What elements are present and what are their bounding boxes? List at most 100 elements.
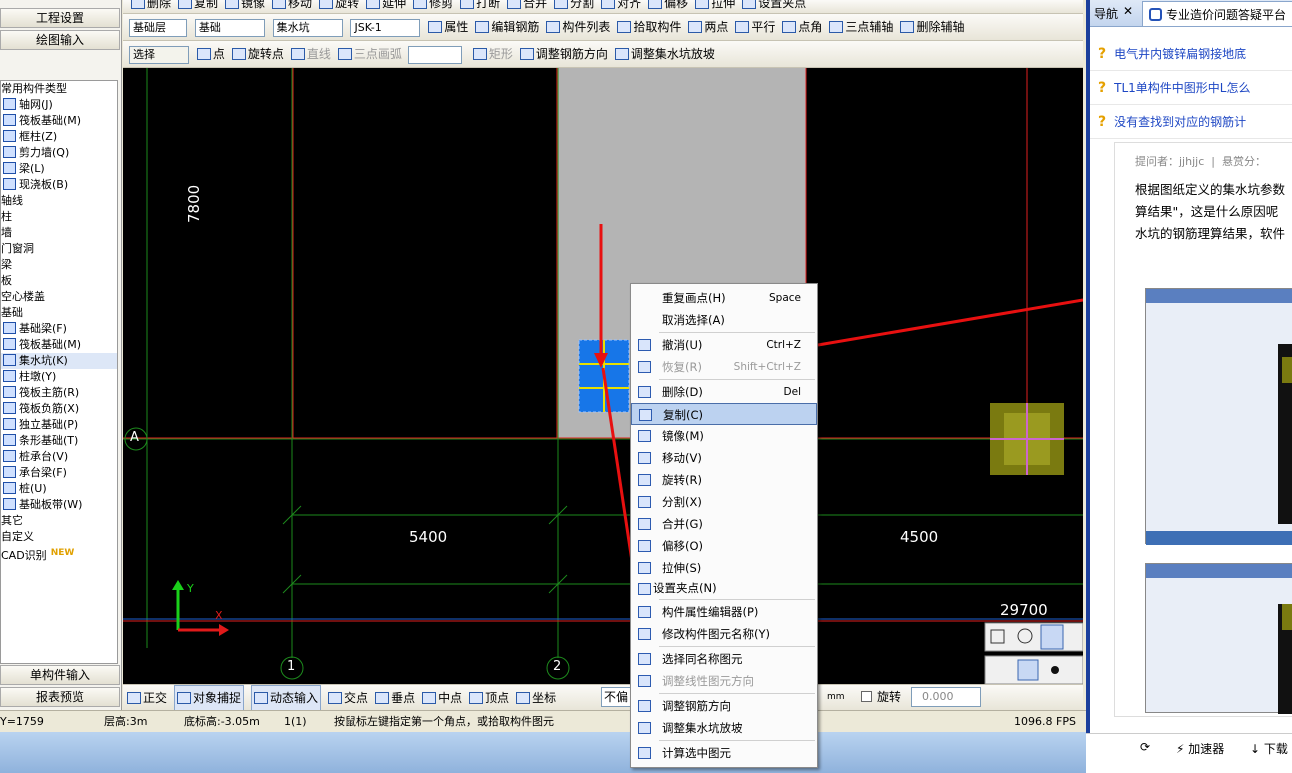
tree-item[interactable]: 柱墩(Y) <box>1 369 117 385</box>
tree-item[interactable]: 基础板带(W) <box>1 497 117 513</box>
tree-item[interactable]: 筏板主筋(R) <box>1 385 117 401</box>
tree-item[interactable]: 轴网(J) <box>1 97 117 113</box>
tree-item[interactable]: 梁 <box>1 257 117 273</box>
context-menu-item[interactable]: 复制(C) <box>631 403 817 425</box>
context-menu-item[interactable]: 删除(D) Del <box>631 381 817 403</box>
question-link[interactable]: ? TL1单构件中图形中L怎么 <box>1090 71 1292 105</box>
context-menu-item[interactable]: 构件属性编辑器(P) <box>631 601 817 623</box>
toolbar-edit-button[interactable]: 复制 <box>178 0 218 11</box>
context-menu-item[interactable]: 重复画点(H) Space <box>631 287 817 309</box>
snap-toggle[interactable]: 正交 <box>127 686 167 710</box>
tree-item[interactable]: 基础梁(F) <box>1 321 117 337</box>
draw-tool-button[interactable]: 直线 <box>290 41 331 67</box>
toolbar-component-button[interactable]: 点角 <box>782 14 822 40</box>
close-icon[interactable]: ✕ <box>1123 4 1133 18</box>
tree-item[interactable]: 桩承台(V) <box>1 449 117 465</box>
toolbar-component-button[interactable]: 三点辅轴 <box>829 14 893 40</box>
tree-item[interactable]: 筏板负筋(X) <box>1 401 117 417</box>
question-link[interactable]: ? 电气井内镀锌扁钢接地底 <box>1090 37 1292 71</box>
context-menu-item[interactable]: 选择同名称图元 <box>631 648 817 670</box>
tree-item[interactable]: 柱 <box>1 209 117 225</box>
toolbar-edit-button[interactable]: 打断 <box>460 0 500 11</box>
tree-item[interactable]: 墙 <box>1 225 117 241</box>
tree-item[interactable]: 承台梁(F) <box>1 465 117 481</box>
tab-single-component-input[interactable]: 单构件输入 <box>0 665 120 685</box>
toolbar-edit-button[interactable]: 删除 <box>131 0 171 11</box>
tree-item[interactable]: 框柱(Z) <box>1 129 117 145</box>
toolbar-component-button[interactable]: 构件列表 <box>546 14 610 40</box>
context-menu-item[interactable]: 调整集水坑放坡 <box>631 717 817 739</box>
tree-item[interactable]: 集水坑(K) <box>1 353 117 369</box>
draw-tool-button[interactable]: 调整集水坑放坡 <box>614 41 715 67</box>
context-menu-item[interactable]: 调整线性图元方向 <box>631 670 817 692</box>
rotate-checkbox[interactable] <box>861 691 872 702</box>
draw-tool-button[interactable]: 调整钢筋方向 <box>519 41 608 67</box>
offset-mode-select[interactable]: 不偏 <box>601 687 631 707</box>
drawing-canvas[interactable]: 7800 5400 4500 29700 A 1 2 Y X <box>123 68 1083 684</box>
tree-item[interactable]: 筏板基础(M) <box>1 337 117 353</box>
select-tool[interactable]: 选择 <box>129 45 189 64</box>
tab-qa-platform[interactable]: 专业造价问题答疑平台 <box>1142 1 1292 27</box>
snap-toggle[interactable]: 坐标 <box>516 686 556 710</box>
screenshot-thumbnail-2[interactable] <box>1145 563 1292 714</box>
context-menu-item[interactable]: 撤消(U) Ctrl+Z <box>631 334 817 356</box>
toolbar-edit-button[interactable]: 设置夹点 <box>742 0 806 11</box>
context-menu-item[interactable]: 移动(V) <box>631 447 817 469</box>
toolbar-edit-button[interactable]: 拉伸 <box>695 0 735 11</box>
tree-item[interactable]: 现浇板(B) <box>1 177 117 193</box>
tree-item[interactable]: 桩(U) <box>1 481 117 497</box>
tree-item[interactable]: 梁(L) <box>1 161 117 177</box>
type-select[interactable]: 基础 <box>194 18 265 37</box>
context-menu-item[interactable]: 拉伸(S) <box>631 557 817 579</box>
context-menu-item[interactable]: 偏移(O) <box>631 535 817 557</box>
tree-item[interactable]: 自定义 <box>1 529 117 545</box>
context-menu-item[interactable]: 合并(G) <box>631 513 817 535</box>
instance-select[interactable]: JSK-1 <box>350 18 421 37</box>
tree-item[interactable]: 空心楼盖 <box>1 289 117 305</box>
draw-tool-button[interactable]: 点 <box>196 41 225 67</box>
snap-toggle[interactable]: 动态输入 <box>251 685 322 711</box>
toolbar-edit-button[interactable]: 合并 <box>507 0 547 11</box>
context-menu-item[interactable]: 取消选择(A) <box>631 309 817 331</box>
component-select[interactable]: 集水坑 <box>272 18 343 37</box>
tab-drawing-input[interactable]: 绘图输入 <box>0 30 120 50</box>
toolbar-component-button[interactable]: 两点 <box>688 14 728 40</box>
tree-item[interactable]: 基础 <box>1 305 117 321</box>
toolbar-edit-button[interactable]: 镜像 <box>225 0 265 11</box>
tab-report-preview[interactable]: 报表预览 <box>0 687 120 707</box>
tree-item[interactable]: 独立基础(P) <box>1 417 117 433</box>
arc-mode-select[interactable] <box>407 45 462 64</box>
context-menu-item[interactable]: 修改构件图元名称(Y) <box>631 623 817 645</box>
download-button[interactable]: ↓ 下载 <box>1250 740 1288 757</box>
question-link[interactable]: ? 没有查找到对应的钢筋计 <box>1090 105 1292 139</box>
context-menu-item[interactable]: 分割(X) <box>631 491 817 513</box>
tree-item[interactable]: 轴线 <box>1 193 117 209</box>
tree-item[interactable]: 条形基础(T) <box>1 433 117 449</box>
refresh-icon[interactable]: ⟳ <box>1140 740 1150 754</box>
tab-project-settings[interactable]: 工程设置 <box>0 8 120 28</box>
toolbar-component-button[interactable]: 属性 <box>428 14 468 40</box>
snap-toggle[interactable]: 交点 <box>328 686 368 710</box>
rotate-angle-input[interactable]: 0.000 <box>911 687 981 707</box>
toolbar-component-button[interactable]: 平行 <box>735 14 775 40</box>
snap-toggle[interactable]: 垂点 <box>375 686 415 710</box>
snap-toggle[interactable]: 顶点 <box>469 686 509 710</box>
tree-item[interactable]: 其它 <box>1 513 117 529</box>
toolbar-edit-button[interactable]: 修剪 <box>413 0 453 11</box>
context-menu-item[interactable]: 设置夹点(N) <box>631 579 817 598</box>
context-menu-item[interactable]: 镜像(M) <box>631 425 817 447</box>
toolbar-edit-button[interactable]: 延伸 <box>366 0 406 11</box>
toolbar-edit-button[interactable]: 移动 <box>272 0 312 11</box>
tree-item[interactable]: 剪力墙(Q) <box>1 145 117 161</box>
toolbar-edit-button[interactable]: 偏移 <box>648 0 688 11</box>
tree-item[interactable]: 板 <box>1 273 117 289</box>
draw-tool-button[interactable]: 三点画弧 <box>337 41 466 67</box>
toolbar-edit-button[interactable]: 旋转 <box>319 0 359 11</box>
snap-toggle[interactable]: 中点 <box>422 686 462 710</box>
screenshot-thumbnail[interactable] <box>1145 288 1292 545</box>
accelerator-button[interactable]: ⚡ 加速器 <box>1176 740 1224 757</box>
tree-item[interactable]: 门窗洞 <box>1 241 117 257</box>
tree-item[interactable]: CAD识别 NEW <box>1 545 117 562</box>
context-menu-item[interactable]: 恢复(R) Shift+Ctrl+Z <box>631 356 817 378</box>
context-menu-item[interactable]: 计算选中图元 <box>631 742 817 764</box>
